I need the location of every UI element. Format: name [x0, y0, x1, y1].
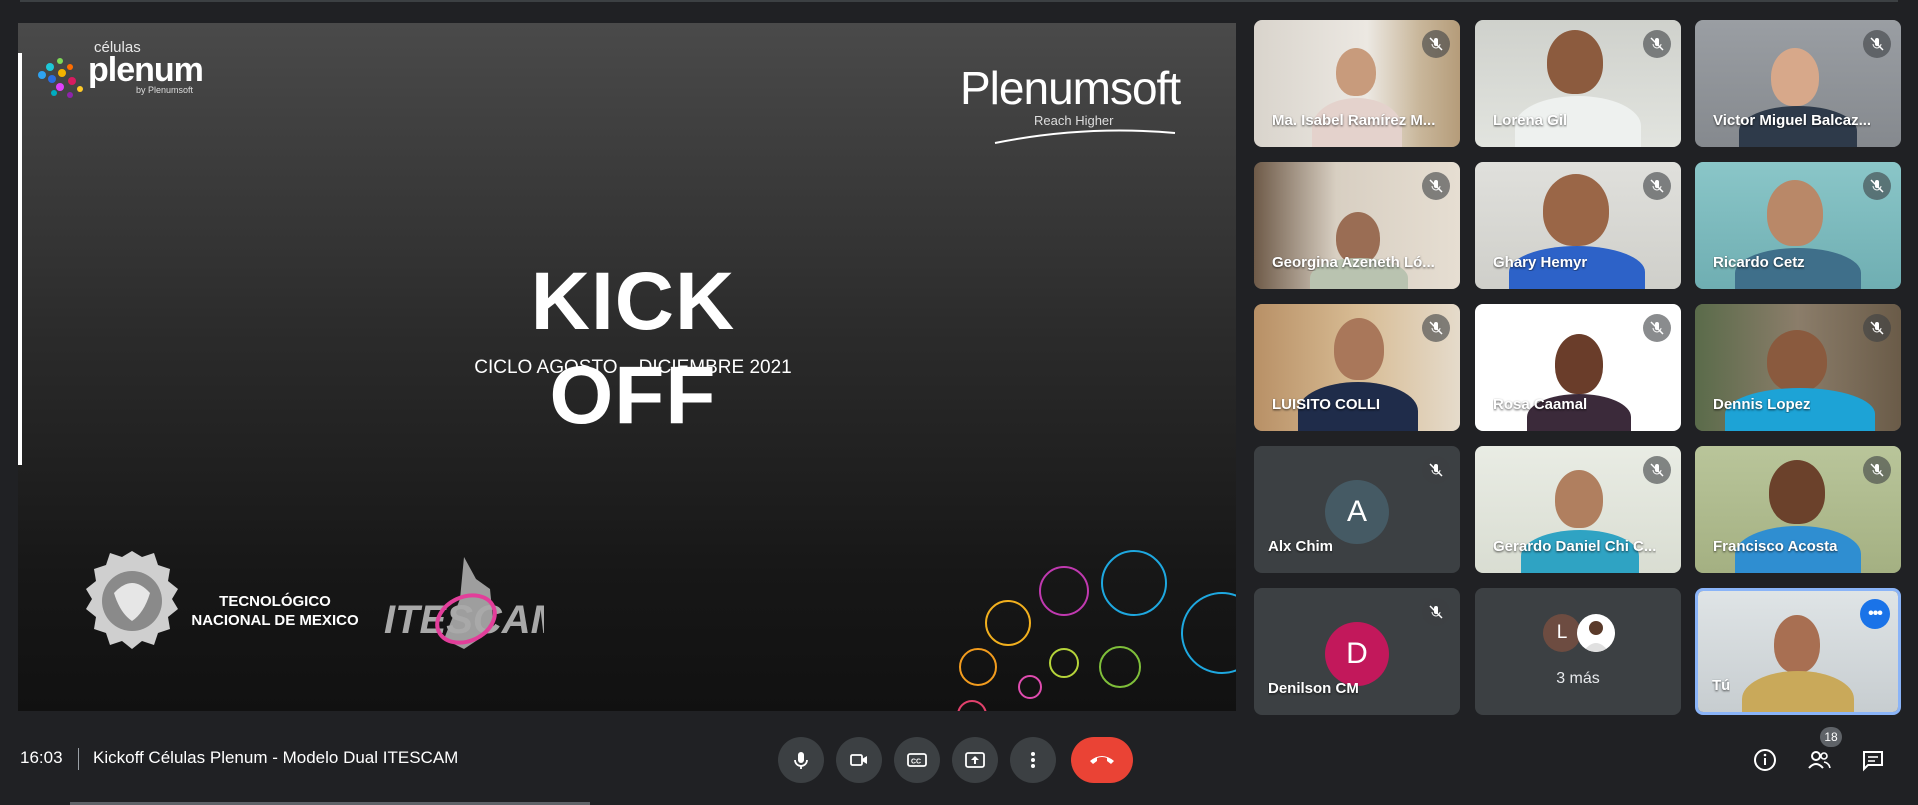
participant-name: Ghary Hemyr — [1493, 254, 1588, 271]
footer-divider — [78, 748, 79, 770]
more-participants-tile[interactable]: L 3 más — [1475, 588, 1681, 715]
slide-accent-bar — [18, 53, 22, 465]
participant-tile[interactable]: Lorena Gil — [1475, 20, 1681, 147]
participant-tile[interactable]: A Alx Chim — [1254, 446, 1460, 573]
avatar: A — [1325, 480, 1389, 544]
participant-tile[interactable]: Ghary Hemyr — [1475, 162, 1681, 289]
participant-name: Dennis Lopez — [1713, 396, 1811, 413]
captions-icon: CC — [907, 753, 927, 767]
info-icon — [1754, 749, 1776, 771]
mic-off-icon — [1422, 456, 1450, 484]
mic-icon — [794, 752, 808, 769]
mic-off-icon — [1422, 30, 1450, 58]
participant-name: LUISITO COLLI — [1272, 396, 1381, 413]
itescam-logo: ITESCAM — [384, 557, 544, 649]
participant-tile[interactable]: Victor Miguel Balcaz... — [1695, 20, 1901, 147]
mic-off-icon — [1863, 314, 1891, 342]
mic-off-icon — [1863, 172, 1891, 200]
participant-name: Francisco Acosta — [1713, 538, 1838, 555]
participant-count-badge: 18 — [1820, 727, 1842, 747]
svg-text:CC: CC — [911, 759, 921, 766]
mic-off-icon — [1422, 314, 1450, 342]
avatar: L — [1543, 614, 1581, 652]
people-icon — [1808, 751, 1831, 769]
mic-off-icon — [1643, 30, 1671, 58]
tecnm-eagle-logo — [86, 551, 178, 649]
mic-off-icon — [1863, 30, 1891, 58]
participant-name: Lorena Gil — [1493, 112, 1568, 129]
participant-name: Victor Miguel Balcaz... — [1713, 112, 1872, 129]
camera-button[interactable] — [836, 737, 882, 783]
brand-by: by Plenumsoft — [136, 85, 194, 95]
participant-tile[interactable]: D Denilson CM — [1254, 588, 1460, 715]
end-call-button[interactable] — [1071, 737, 1133, 783]
presentation-slide: células plenum by Plenumsoft Plenumsoft … — [18, 23, 1236, 711]
mic-off-icon — [1643, 172, 1671, 200]
participant-name: Georgina Azeneth Ló... — [1272, 254, 1435, 271]
people-button[interactable] — [1804, 745, 1834, 775]
info-button[interactable] — [1750, 745, 1780, 775]
participant-name: Alx Chim — [1268, 538, 1334, 555]
participant-name: Rosa Caamal — [1493, 396, 1588, 413]
participant-name: Tú — [1712, 677, 1731, 694]
participant-tile[interactable]: Francisco Acosta — [1695, 446, 1901, 573]
participant-tile[interactable]: Dennis Lopez — [1695, 304, 1901, 431]
mic-off-icon — [1643, 456, 1671, 484]
participant-tile[interactable]: Rosa Caamal — [1475, 304, 1681, 431]
slide-headline: KICK OFF — [530, 256, 736, 441]
mic-off-icon — [1422, 598, 1450, 626]
more-participants-label: 3 más — [1556, 670, 1600, 687]
top-divider — [20, 0, 1898, 2]
participant-name: Denilson CM — [1268, 680, 1359, 697]
participant-name: Gerardo Daniel Chi C... — [1493, 538, 1657, 555]
meeting-title: Kickoff Células Plenum - Modelo Dual ITE… — [93, 748, 459, 767]
participant-tile[interactable]: Ma. Isabel Ramírez M... — [1254, 20, 1460, 147]
participant-tile[interactable]: Ricardo Cetz — [1695, 162, 1901, 289]
slide-subtitle: CICLO AGOSTO – DICIEMBRE 2021 — [474, 357, 792, 378]
participant-tile[interactable]: Georgina Azeneth Ló... — [1254, 162, 1460, 289]
chat-icon — [1863, 751, 1883, 772]
plenumsoft-tagline: Reach Higher — [1034, 113, 1114, 128]
itescam-text: ITESCAM — [384, 598, 544, 642]
mic-button[interactable] — [778, 737, 824, 783]
participant-name: Ma. Isabel Ramírez M... — [1272, 112, 1436, 129]
meeting-time: 16:03 — [20, 748, 63, 767]
more-options-icon — [1031, 752, 1035, 768]
chat-button[interactable] — [1858, 745, 1888, 775]
tecnm-line2: NACIONAL DE MEXICO — [191, 612, 359, 629]
end-call-icon — [1090, 756, 1114, 764]
participant-name: Ricardo Cetz — [1713, 254, 1805, 271]
participant-tile[interactable]: Gerardo Daniel Chi C... — [1475, 446, 1681, 573]
camera-icon — [850, 754, 867, 766]
tecnm-name: TECNOLÓGICO NACIONAL DE MEXICO — [180, 592, 370, 630]
celulas-dots-logo — [38, 58, 83, 98]
present-button[interactable] — [952, 737, 998, 783]
present-icon — [965, 752, 985, 768]
mic-off-icon — [1863, 456, 1891, 484]
self-tile[interactable]: ••• Tú — [1695, 588, 1901, 715]
captions-button[interactable]: CC — [894, 737, 940, 783]
participant-tile[interactable]: LUISITO COLLI — [1254, 304, 1460, 431]
tecnm-line1: TECNOLÓGICO — [219, 593, 331, 610]
decorative-circles — [957, 550, 1236, 711]
avatar: D — [1325, 622, 1389, 686]
more-options-icon[interactable]: ••• — [1860, 599, 1890, 629]
avatar — [1577, 614, 1615, 652]
plenumsoft-logo: Plenumsoft — [960, 62, 1181, 114]
mic-off-icon — [1643, 314, 1671, 342]
mic-off-icon — [1422, 172, 1450, 200]
more-options-button[interactable] — [1010, 737, 1056, 783]
